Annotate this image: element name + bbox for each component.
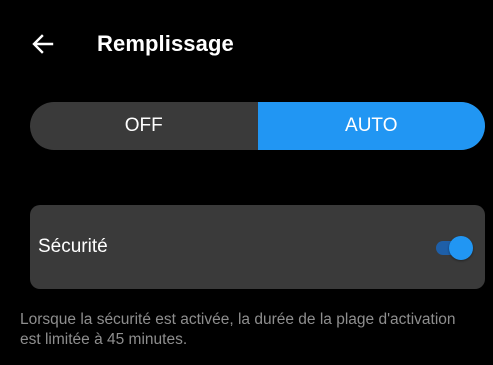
switch-thumb (449, 236, 473, 260)
security-card: Sécurité (30, 205, 485, 289)
arrow-left-icon (32, 34, 54, 54)
security-switch[interactable] (434, 236, 474, 260)
page-title: Remplissage (97, 31, 234, 56)
back-button[interactable] (30, 31, 56, 57)
mode-option-off[interactable]: OFF (30, 102, 258, 150)
header: Remplissage (0, 18, 493, 74)
mode-toggle: OFF AUTO (30, 102, 485, 150)
security-info-text: Lorsque la sécurité est activée, la duré… (20, 311, 456, 348)
security-label: Sécurité (38, 236, 108, 257)
mode-option-auto[interactable]: AUTO (257, 102, 485, 150)
